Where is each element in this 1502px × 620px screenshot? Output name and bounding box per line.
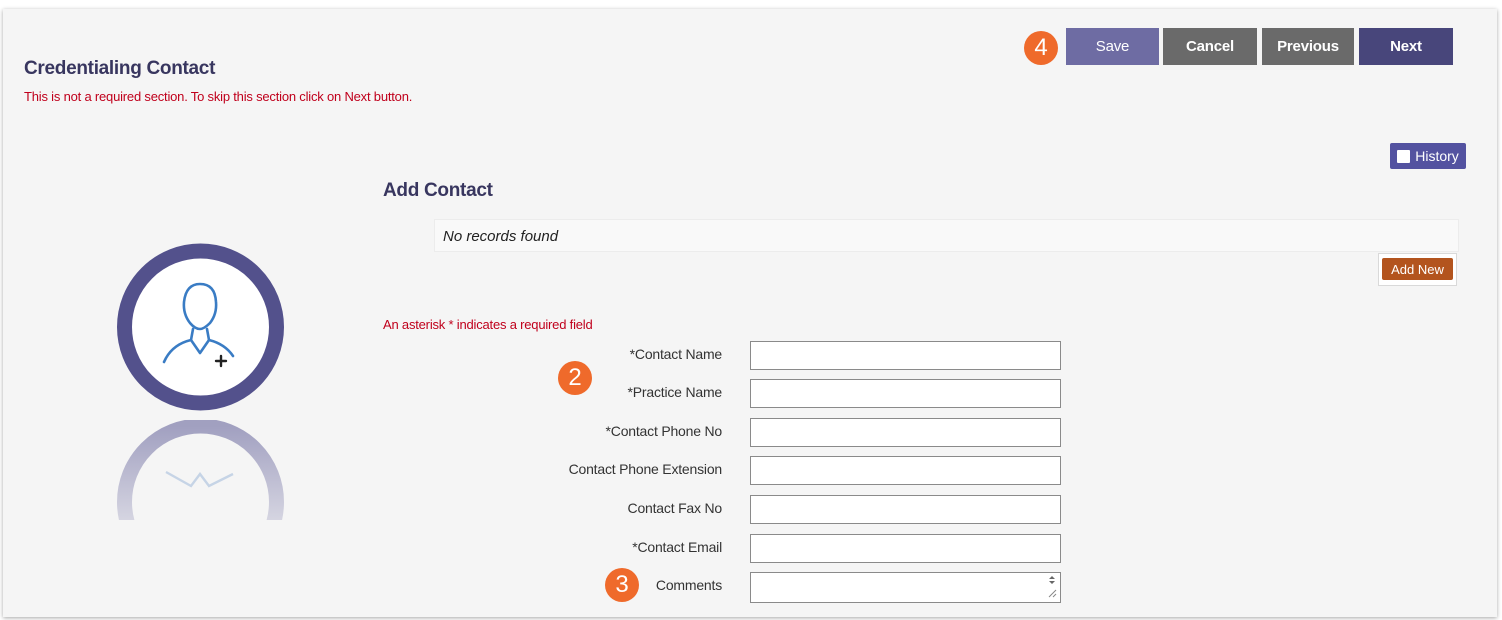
- book-icon: [1397, 149, 1411, 163]
- empty-records-text: No records found: [443, 228, 559, 245]
- practice-name-label: *Practice Name: [627, 384, 723, 400]
- resize-grip-icon[interactable]: [1047, 588, 1057, 598]
- contact-name-input[interactable]: [750, 341, 1061, 370]
- skip-section-note: This is not a required section. To skip …: [24, 89, 413, 104]
- textarea-spinner-icon[interactable]: [1046, 574, 1058, 586]
- step-badge-2: 2: [558, 361, 592, 395]
- comments-textarea[interactable]: [750, 572, 1061, 603]
- save-button[interactable]: Save: [1066, 28, 1159, 65]
- step-badge-4: 4: [1024, 31, 1058, 65]
- previous-button[interactable]: Previous: [1262, 28, 1354, 65]
- phone-extension-label: Contact Phone Extension: [568, 461, 723, 477]
- next-button[interactable]: Next: [1359, 28, 1453, 65]
- contact-avatar-icon: [117, 243, 284, 520]
- history-label: History: [1415, 148, 1459, 164]
- contact-email-input[interactable]: [750, 534, 1061, 563]
- add-new-container: Add New: [1378, 253, 1457, 286]
- practice-name-input[interactable]: [750, 379, 1061, 408]
- step-badge-3: 3: [605, 568, 639, 602]
- contact-phone-label: *Contact Phone No: [605, 423, 723, 439]
- add-new-button[interactable]: Add New: [1382, 258, 1453, 280]
- contact-fax-input[interactable]: [750, 495, 1061, 524]
- history-button[interactable]: History: [1390, 143, 1466, 169]
- comments-label: Comments: [655, 577, 722, 593]
- records-table: No records found: [434, 219, 1459, 252]
- cancel-button[interactable]: Cancel: [1163, 28, 1257, 65]
- required-field-note: An asterisk * indicates a required field: [383, 317, 593, 332]
- top-strip: [0, 0, 1502, 9]
- contact-fax-label: Contact Fax No: [627, 500, 723, 516]
- contact-email-label: *Contact Email: [632, 539, 722, 555]
- add-contact-title: Add Contact: [383, 180, 493, 201]
- section-title: Credentialing Contact: [24, 58, 216, 79]
- phone-extension-input[interactable]: [750, 456, 1061, 485]
- contact-name-label: *Contact Name: [629, 346, 723, 362]
- contact-phone-input[interactable]: [750, 418, 1061, 447]
